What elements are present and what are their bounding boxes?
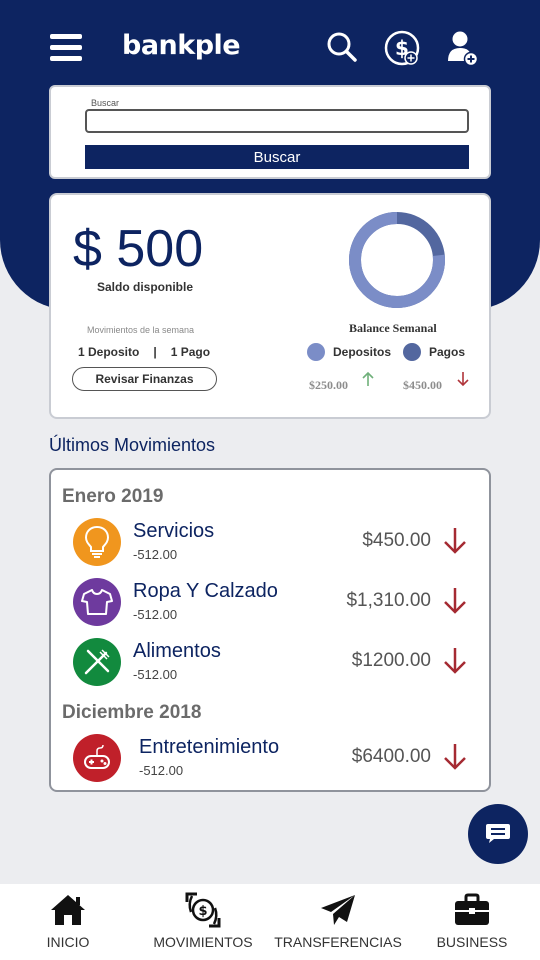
chat-icon <box>486 824 510 843</box>
search-icon[interactable] <box>326 30 358 64</box>
search-input[interactable] <box>85 109 469 133</box>
nav-business[interactable]: BUSINESS <box>433 884 511 960</box>
nav-transferencias[interactable]: TRANSFERENCIAS <box>274 884 402 960</box>
balance-amount: $ 500 <box>73 220 204 278</box>
home-icon <box>51 895 85 925</box>
arrow-down-icon[interactable] <box>443 526 467 554</box>
lightbulb-icon <box>73 518 121 566</box>
nav-inicio[interactable]: INICIO <box>35 884 101 960</box>
legend-deposits-label: Depositos <box>333 345 392 359</box>
movement-row-ropa-calzado[interactable]: Ropa Y Calzado -512.00 $1,310.00 <box>51 578 489 630</box>
arrow-down-icon[interactable] <box>443 646 467 674</box>
briefcase-icon <box>455 893 489 925</box>
weekly-movements-label: Movimientos de la semana <box>87 325 195 335</box>
search-button[interactable]: Buscar <box>85 145 469 169</box>
weekly-movement-counts: 1 Deposito | 1 Pago <box>78 345 210 359</box>
movement-row-alimentos[interactable]: Alimentos -512.00 $1200.00 <box>51 638 489 690</box>
bottom-navigation: INICIO $ MOVIMIENTOS TRANSFERENCIAS BUSI… <box>0 884 540 960</box>
nav-label: TRANSFERENCIAS <box>274 934 402 950</box>
svg-text:$: $ <box>198 904 207 919</box>
counts-separator: | <box>153 345 157 359</box>
movement-subtitle: -512.00 <box>133 667 178 682</box>
nav-label: MOVIMIENTOS <box>153 934 253 950</box>
shirt-icon <box>73 578 121 626</box>
movement-name: Ropa Y Calzado <box>133 580 278 602</box>
gamepad-icon <box>73 734 121 782</box>
payments-amount: $450.00 <box>403 378 442 392</box>
movement-name: Alimentos <box>133 640 221 662</box>
arrow-down-icon[interactable] <box>443 742 467 770</box>
movement-subtitle: -512.00 <box>133 607 178 622</box>
deposits-dot <box>307 343 325 361</box>
nav-movimientos[interactable]: $ MOVIMIENTOS <box>148 884 258 960</box>
movement-name: Entretenimiento <box>139 736 280 758</box>
deposits-count: 1 Deposito <box>78 345 140 359</box>
movement-row-entretenimiento[interactable]: Entretenimiento -512.00 $6400.00 <box>51 734 489 786</box>
latest-movements-title: Últimos Movimientos <box>49 435 216 455</box>
movement-amount: $6400.00 <box>351 746 431 767</box>
arrow-up-icon <box>362 371 374 386</box>
weekly-balance-donut-chart <box>349 212 445 308</box>
movement-amount: $450.00 <box>362 530 431 551</box>
nav-label: INICIO <box>46 934 90 950</box>
balance-label: Saldo disponible <box>97 280 194 294</box>
month-header: Diciembre 2018 <box>62 702 202 723</box>
movement-subtitle: -512.00 <box>133 547 178 562</box>
movement-amount: $1,310.00 <box>346 590 431 611</box>
weekly-balance-title: Balance Semanal <box>349 321 437 335</box>
add-user-icon[interactable] <box>446 30 480 66</box>
payments-dot <box>403 343 421 361</box>
movement-name: Servicios <box>133 520 215 542</box>
payments-count: 1 Pago <box>170 345 211 359</box>
nav-label: BUSINESS <box>436 934 508 950</box>
top-bar: bankple $ <box>0 0 540 90</box>
search-label: Buscar <box>91 98 120 108</box>
legend-payments: Pagos <box>403 343 465 361</box>
chat-button[interactable] <box>468 804 528 864</box>
arrow-down-icon[interactable] <box>443 586 467 614</box>
paper-plane-icon <box>321 895 355 925</box>
utensils-icon <box>73 638 121 686</box>
balance-card: $ 500 Saldo disponible Movimientos de la… <box>49 193 491 419</box>
movement-subtitle: -512.00 <box>139 763 184 778</box>
app-logo: bankple <box>122 30 241 61</box>
deposits-amount: $250.00 <box>309 378 348 392</box>
movement-row-servicios[interactable]: Servicios -512.00 $450.00 <box>51 518 489 570</box>
review-finances-button[interactable]: Revisar Finanzas <box>72 367 217 391</box>
search-card: Buscar Buscar <box>49 85 491 179</box>
movement-amount: $1200.00 <box>351 650 431 671</box>
legend-payments-label: Pagos <box>429 345 466 359</box>
dollar-coin-add-icon[interactable]: $ <box>384 30 422 68</box>
month-header: Enero 2019 <box>62 486 164 507</box>
movements-card: Enero 2019 Servicios -512.00 $450.00 Rop… <box>49 468 491 792</box>
money-transfer-icon: $ <box>185 892 221 928</box>
hamburger-menu-icon[interactable] <box>50 34 82 62</box>
arrow-down-icon <box>457 372 469 387</box>
legend-deposits: Depositos <box>307 343 391 361</box>
